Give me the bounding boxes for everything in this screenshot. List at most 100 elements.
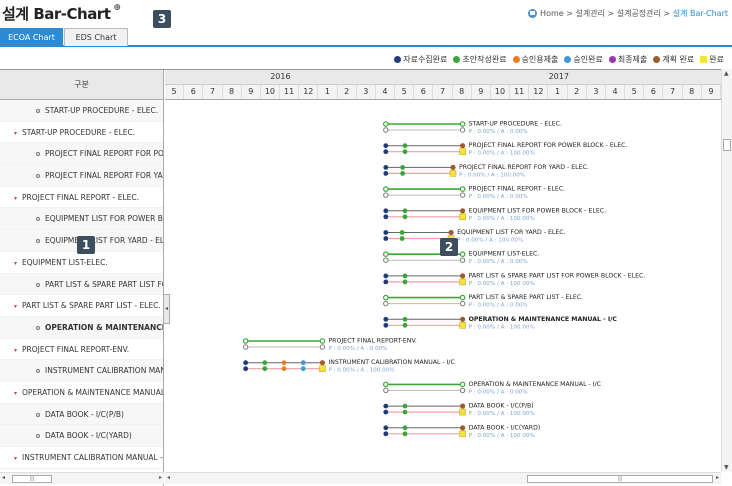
- task-group-row[interactable]: ▾ PROJECT FINAL REPORT-ENV.: [0, 338, 163, 361]
- tab-ecoa-chart[interactable]: ECOA Chart: [0, 28, 63, 46]
- expand-caret-icon[interactable]: ▾: [14, 383, 17, 403]
- scroll-right-icon[interactable]: ▸: [159, 474, 162, 481]
- task-row[interactable]: START-UP PROCEDURE - ELEC.: [0, 100, 163, 122]
- gantt-bar[interactable]: DATA BOOK - I/C(P/B)P : 0.00% / A : 100.…: [383, 403, 535, 418]
- month-label: 2: [338, 85, 357, 99]
- gantt-grid: 구분 START-UP PROCEDURE - ELEC. ▾ START-UP P…: [0, 69, 732, 486]
- task-label: EQUIPMENT LIST FOR YARD - ELEC.: [45, 236, 163, 246]
- expand-caret-icon[interactable]: ▾: [14, 253, 17, 273]
- callout-badge-3: 3: [153, 10, 171, 28]
- milestone-marker: [262, 366, 268, 372]
- gantt-bar[interactable]: INSTRUMENT CALIBRATION MANUAL - I/C P : 0…: [243, 359, 455, 374]
- bullet-icon: [36, 325, 40, 330]
- chart-tabs: ECOA Chart EDS Chart: [0, 28, 732, 47]
- gantt-bars: START-UP PROCEDURE - ELEC.P : 0.00% / A …: [242, 121, 645, 439]
- scroll-left-icon[interactable]: ◂: [167, 474, 170, 481]
- task-group-row[interactable]: ▾ PROJECT FINAL REPORT - ELEC.: [0, 186, 163, 209]
- task-group-row[interactable]: ▾ OPERATION & MAINTENANCE MANUAL - I/C: [0, 381, 163, 404]
- year-label: 2017: [548, 72, 569, 81]
- task-group-row[interactable]: ▾ START-UP PROCEDURE - ELEC.: [0, 121, 163, 144]
- breadcrumb-home[interactable]: Home: [540, 9, 564, 18]
- timeline-scroll-thumb[interactable]: |||: [527, 475, 713, 483]
- scroll-right-icon[interactable]: ▸: [716, 474, 719, 481]
- timeline-horizontal-scrollbar[interactable]: ◂ ||| ▸: [165, 472, 721, 484]
- scroll-up-icon[interactable]: ▲: [724, 70, 729, 77]
- bullet-icon: [36, 434, 40, 439]
- month-label: 9: [702, 85, 721, 99]
- expand-caret-icon[interactable]: ▾: [14, 448, 17, 468]
- month-label: 1: [548, 85, 568, 99]
- milestone-marker: [402, 316, 408, 322]
- expand-caret-icon[interactable]: ▾: [14, 296, 17, 316]
- bar-status: P : 0.00% / A : 100.00%: [469, 324, 535, 330]
- month-label: 3: [357, 85, 376, 99]
- plan-complete-marker: [460, 208, 466, 214]
- task-group-row[interactable]: ▾ EQUIPMENT LIST-ELEC.: [0, 251, 163, 274]
- gantt-bar[interactable]: EQUIPMENT LIST FOR YARD - ELEC. P : 0.00%…: [383, 229, 566, 244]
- milestone-marker: [459, 300, 466, 307]
- gantt-bar[interactable]: EQUIPMENT LIST FOR POWER BLOCK - ELEC. P …: [383, 207, 606, 222]
- breadcrumb-sep: >: [604, 9, 617, 18]
- task-row[interactable]: DATA BOOK - I/C(YARD): [0, 425, 163, 447]
- task-row[interactable]: PROJECT FINAL REPORT FOR YARD - ELEC.: [0, 165, 163, 187]
- task-label: EQUIPMENT LIST-ELEC.: [22, 257, 108, 267]
- month-label: 4: [376, 85, 396, 99]
- task-group-row[interactable]: ▾ PART LIST & SPARE PART LIST - ELEC.: [0, 295, 163, 317]
- complete-marker: [459, 430, 466, 438]
- gantt-bar[interactable]: PART LIST & SPARE PART LIST - ELEC. P : 0…: [383, 294, 583, 309]
- favorite-icon[interactable]: ⊕: [113, 3, 121, 13]
- gantt-bar[interactable]: PROJECT FINAL REPORT FOR POWER BLOCK - E…: [383, 142, 627, 157]
- legend-item: 최종제출: [608, 54, 647, 65]
- bar-status: P : 0.00% / A : 100.00%: [469, 411, 535, 417]
- task-row[interactable]: INSTRUMENT CALIBRATION MANUAL - I/C: [0, 360, 163, 382]
- breadcrumb-level1[interactable]: 설계관리: [575, 8, 604, 19]
- milestone-marker: [399, 230, 405, 235]
- task-row[interactable]: EQUIPMENT LIST FOR POWER BLOCK - ELEC.: [0, 208, 163, 231]
- legend-item: 자료수집완료: [394, 54, 447, 65]
- gantt-bar[interactable]: EQUIPMENT LIST-ELEC.P : 0.00% / A : 0.00…: [383, 251, 540, 266]
- expand-caret-icon[interactable]: ▾: [14, 123, 17, 143]
- left-scroll-thumb[interactable]: |||: [12, 475, 52, 483]
- gantt-bar[interactable]: DATA BOOK - I/C(YARD) P : 0.00% / A : 100…: [383, 424, 540, 439]
- expand-caret-icon[interactable]: ▾: [14, 188, 17, 208]
- gantt-bar[interactable]: OPERATION & MAINTENANCE MANUAL - I/CP : …: [383, 316, 617, 331]
- milestone-marker: [383, 214, 389, 220]
- gantt-bar[interactable]: START-UP PROCEDURE - ELEC.P : 0.00% / A …: [383, 121, 562, 136]
- gantt-bar[interactable]: PROJECT FINAL REPORT - ELEC.P : 0.00% / …: [383, 186, 566, 201]
- breadcrumb-level2[interactable]: 설계공정관리: [617, 8, 661, 19]
- task-row[interactable]: OPERATION & MAINTENANCE MANUAL - I/C: [0, 316, 163, 339]
- scroll-left-icon[interactable]: ◂: [2, 474, 5, 481]
- bar-title: DATA BOOK - I/C(P/B): [469, 403, 534, 410]
- gantt-bar[interactable]: OPERATION & MAINTENANCE MANUAL - I/CP : …: [383, 381, 601, 396]
- milestone-marker: [402, 143, 408, 149]
- complete-marker: [459, 213, 466, 221]
- task-label: PROJECT FINAL REPORT FOR YARD - ELEC.: [45, 171, 163, 181]
- scroll-down-icon[interactable]: ▼: [724, 464, 729, 471]
- bar-status: P : 0.00% / A : 100.00%: [469, 433, 535, 439]
- task-label: PROJECT FINAL REPORT-ENV.: [22, 344, 130, 354]
- legend-marker: [653, 56, 661, 63]
- gantt-bar[interactable]: PROJECT FINAL REPORT FOR YARD - ELEC.P :…: [383, 164, 589, 179]
- status-legend: 자료수집완료 초안작성완료 승인용제출 승인완료 최종제출 계획 완료 완료: [394, 54, 724, 65]
- bullet-icon: [36, 174, 40, 179]
- home-icon[interactable]: [528, 9, 538, 18]
- tab-eds-chart[interactable]: EDS Chart: [64, 28, 128, 46]
- gantt-bar[interactable]: PROJECT FINAL REPORT-ENV.P : 0.00% / A :…: [242, 338, 417, 353]
- gantt-bar[interactable]: PART LIST & SPARE PART LIST FOR POWER BL…: [383, 272, 645, 287]
- task-group-row[interactable]: ▾ INSTRUMENT CALIBRATION MANUAL - I/C: [0, 447, 163, 469]
- bar-title: PROJECT FINAL REPORT-ENV.: [328, 338, 416, 345]
- task-row[interactable]: DATA BOOK - I/C(P/B): [0, 403, 163, 426]
- month-label: 6: [414, 85, 434, 99]
- milestone-marker: [399, 236, 405, 241]
- milestone-marker: [383, 171, 389, 176]
- milestone-marker: [383, 208, 389, 214]
- left-horizontal-scrollbar[interactable]: ◂ ||| ▸: [0, 472, 164, 484]
- plan-complete-marker: [460, 425, 466, 431]
- bullet-icon: [36, 412, 40, 417]
- task-row[interactable]: PART LIST & SPARE PART LIST FOR POWER BL…: [0, 273, 163, 296]
- task-label: OPERATION & MAINTENANCE MANUAL - I/C: [22, 387, 163, 397]
- expand-caret-icon[interactable]: ▾: [14, 340, 17, 360]
- vertical-scrollbar[interactable]: ▲ ▼: [721, 69, 732, 472]
- vertical-scroll-thumb[interactable]: [723, 139, 731, 151]
- task-row[interactable]: PROJECT FINAL REPORT FOR POWER BLOCK - E…: [0, 143, 163, 166]
